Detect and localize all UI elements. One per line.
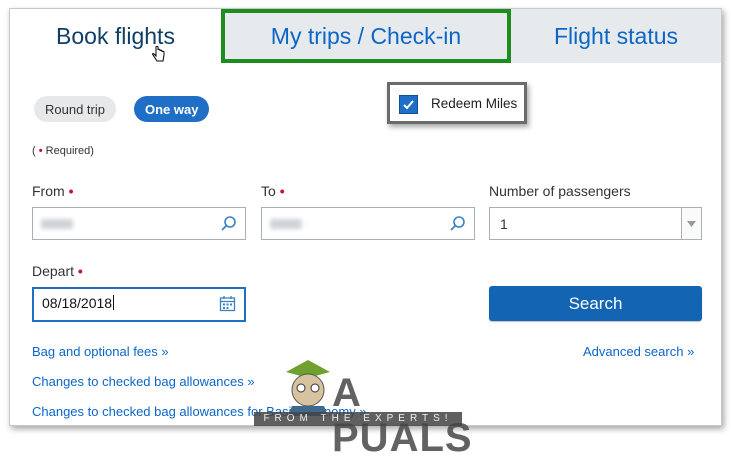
passengers-value: 1 (500, 216, 508, 232)
calendar-icon[interactable] (219, 295, 236, 312)
required-note: ( • Required) (32, 145, 94, 157)
from-value-redacted (41, 219, 73, 229)
from-input[interactable] (32, 207, 246, 240)
round-trip-toggle[interactable]: Round trip (34, 96, 116, 122)
checkmark-icon (403, 100, 414, 110)
required-dot: • (38, 145, 43, 157)
booking-widget: Book flights My trips / Check-in Flight … (9, 8, 722, 426)
advanced-search-link[interactable]: Advanced search » (583, 344, 694, 359)
redeem-miles-label: Redeem Miles (431, 96, 518, 111)
search-icon (450, 216, 465, 231)
passengers-select[interactable]: 1 (489, 207, 702, 240)
redeem-miles-option: Redeem Miles (387, 82, 527, 124)
hand-cursor-icon (152, 46, 165, 62)
tab-flight-status[interactable]: Flight status (511, 9, 721, 63)
to-label: To • (261, 183, 285, 199)
dropdown-arrow-icon (681, 208, 701, 239)
search-icon (221, 216, 236, 231)
from-label: From • (32, 183, 74, 199)
checked-bag-basic-economy-link[interactable]: Changes to checked bag allowances for Ba… (32, 404, 367, 419)
to-input[interactable] (261, 207, 475, 240)
tab-book-flights[interactable]: Book flights (10, 9, 221, 63)
tab-my-trips-label: My trips / Check-in (270, 22, 462, 49)
tab-my-trips[interactable]: My trips / Check-in (221, 9, 511, 63)
tab-bar: Book flights My trips / Check-in Flight … (10, 9, 721, 63)
redeem-miles-checkbox[interactable] (399, 95, 418, 114)
depart-date-input[interactable]: 08/18/2018 (32, 287, 246, 322)
text-caret (113, 295, 115, 310)
one-way-toggle[interactable]: One way (134, 96, 210, 122)
round-trip-label: Round trip (45, 101, 105, 117)
search-button-label: Search (568, 293, 623, 313)
depart-label: Depart • (32, 263, 83, 279)
passengers-label: Number of passengers (489, 183, 631, 199)
one-way-label: One way (145, 101, 199, 117)
search-button[interactable]: Search (489, 286, 702, 321)
to-value-redacted (270, 219, 302, 229)
bag-fees-link[interactable]: Bag and optional fees » (32, 344, 169, 359)
depart-date-value: 08/18/2018 (42, 295, 115, 311)
tab-flight-status-label: Flight status (554, 22, 678, 49)
checked-bag-link[interactable]: Changes to checked bag allowances » (32, 374, 255, 389)
